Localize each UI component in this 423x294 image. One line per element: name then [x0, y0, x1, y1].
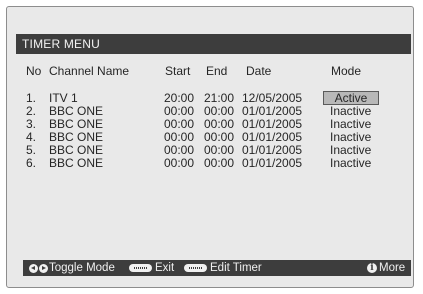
toggle-mode-label: Toggle Mode [49, 262, 115, 274]
start-time: 00:00 [164, 156, 195, 170]
row-number: 6. [26, 156, 37, 170]
key-legend-bar: Toggle Mode Exit Edit Timer i More [23, 260, 411, 276]
timer-row-6[interactable]: 6. BBC ONE 00:00 00:00 01/01/2005 Inacti… [0, 157, 423, 170]
edit-timer-hint[interactable]: Edit Timer [184, 260, 262, 276]
more-hint[interactable]: i More [367, 260, 405, 276]
end-time: 00:00 [204, 156, 235, 170]
exit-label: Exit [155, 262, 175, 274]
right-arrow-icon [39, 263, 48, 273]
edit-timer-label: Edit Timer [210, 262, 262, 274]
toggle-mode-hint[interactable]: Toggle Mode [29, 260, 115, 276]
left-arrow-icon [29, 263, 38, 273]
menu-key-icon [129, 264, 152, 272]
channel-name: BBC ONE [49, 156, 104, 170]
info-icon: i [367, 263, 377, 273]
col-end-header: End [206, 64, 228, 78]
col-start-header: Start [165, 64, 191, 78]
ok-key-icon [184, 264, 207, 272]
exit-hint[interactable]: Exit [129, 260, 174, 276]
col-no-header: No [26, 64, 42, 78]
menu-title: TIMER MENU [22, 37, 100, 51]
table-header: No Channel Name Start End Date Mode [0, 65, 423, 78]
mode-toggle-active[interactable]: Active [323, 91, 379, 105]
more-label: More [379, 262, 406, 274]
timer-date: 01/01/2005 [242, 156, 303, 170]
mode-toggle[interactable]: Inactive [330, 157, 371, 170]
col-date-header: Date [246, 64, 272, 78]
col-channel-header: Channel Name [49, 64, 130, 78]
col-mode-header: Mode [331, 64, 362, 78]
menu-title-bar: TIMER MENU [16, 34, 411, 54]
